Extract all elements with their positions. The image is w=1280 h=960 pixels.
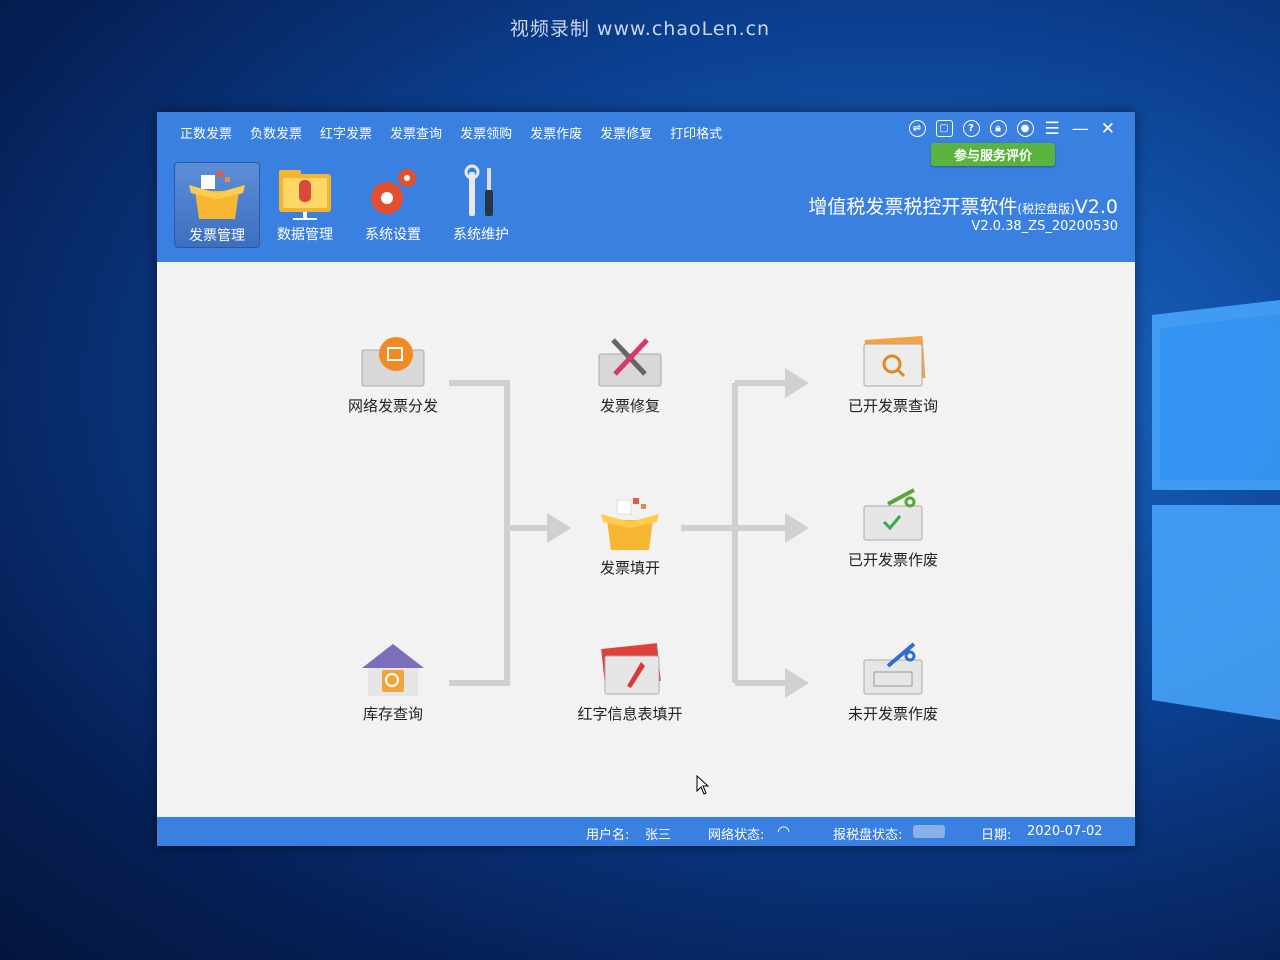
- unissued-void-scissors-icon: [863, 642, 923, 695]
- tax-disk-icon: [913, 825, 945, 838]
- network-distribute-icon: [361, 337, 425, 387]
- date-value: 2020-07-02: [1027, 824, 1103, 839]
- issued-query-icon: [863, 335, 926, 387]
- app-window: 正数发票 负数发票 红字发票 发票查询 发票领购 发票作废 发票修复 打印格式 …: [157, 112, 1135, 846]
- wifi-icon: ◠: [777, 822, 791, 840]
- unissued-invoice-void[interactable]: 未开发票作废: [828, 640, 958, 725]
- red-form-icon: [601, 643, 661, 695]
- network-label: 网络状态:: [708, 828, 765, 843]
- date-label: 日期:: [981, 828, 1012, 843]
- user-name: 张三: [645, 828, 672, 843]
- inventory-query[interactable]: 库存查询: [328, 640, 458, 725]
- invoice-box-icon: [601, 498, 659, 550]
- status-bar: 用户名: 张三 网络状态: ◠ 报税盘状态: 日期: 2020-07-02: [157, 817, 1135, 846]
- issued-invoice-void[interactable]: 已开发票作废: [828, 486, 958, 571]
- issued-void-scissors-icon: [863, 488, 923, 541]
- user-label: 用户名:: [586, 828, 630, 843]
- disk-label: 报税盘状态:: [833, 828, 903, 843]
- red-info-form-fill[interactable]: 红字信息表填开: [565, 640, 695, 725]
- network-invoice-distribute[interactable]: 网络发票分发: [328, 332, 458, 417]
- invoice-fill[interactable]: 发票填开: [565, 494, 695, 579]
- mouse-cursor-icon: [696, 775, 710, 795]
- house-search-icon: [362, 644, 424, 696]
- repair-tools-icon: [598, 338, 662, 387]
- windows-logo: [1152, 300, 1280, 720]
- invoice-repair[interactable]: 发票修复: [565, 332, 695, 417]
- issued-invoice-query[interactable]: 已开发票查询: [828, 332, 958, 417]
- watermark: 视频录制 www.chaoLen.cn: [509, 18, 771, 40]
